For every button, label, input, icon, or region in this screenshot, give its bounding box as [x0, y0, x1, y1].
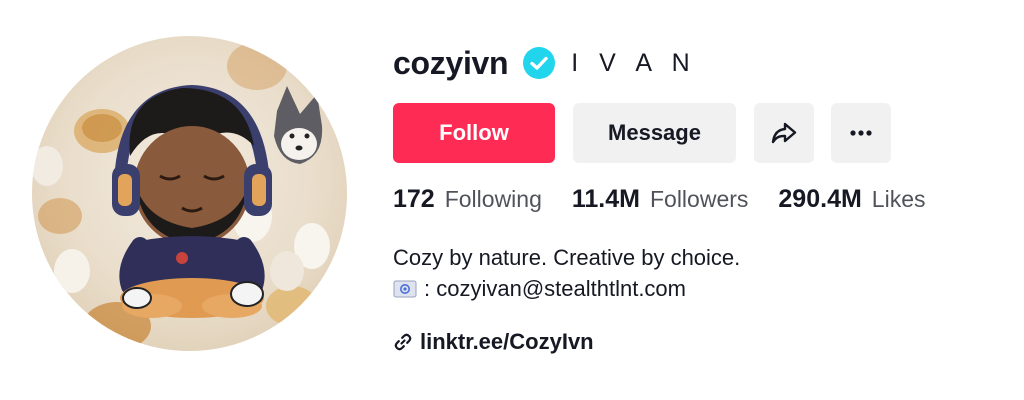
followers-label: Followers	[649, 186, 749, 212]
likes-count: 290.4M	[778, 185, 862, 213]
avatar-illustration	[32, 42, 330, 350]
avatar[interactable]	[32, 36, 347, 351]
profile-header: cozyivn I V A N Follow Message 172 Follo…	[0, 0, 1024, 400]
profile-stats: 172 Following 11.4M Followers 290.4M Lik…	[393, 185, 993, 214]
bio-email: : cozyivan@stealthtlnt.com	[424, 276, 686, 301]
following-label: Following	[444, 186, 542, 212]
bio-link[interactable]: linktr.ee/CozyIvn	[393, 329, 993, 355]
followers-stat[interactable]: 11.4M Followers	[572, 185, 749, 214]
bio-line-1: Cozy by nature. Creative by choice.	[393, 245, 741, 270]
follow-button[interactable]: Follow	[393, 103, 555, 163]
bio: Cozy by nature. Creative by choice. : co…	[393, 242, 993, 304]
username: cozyivn	[393, 44, 509, 81]
verified-badge-icon	[523, 47, 556, 79]
nickname: I V A N	[571, 48, 697, 77]
more-dots-icon	[850, 130, 872, 136]
title-row: cozyivn I V A N	[393, 36, 993, 90]
action-buttons: Follow Message	[393, 103, 993, 163]
share-arrow-icon	[771, 122, 797, 144]
followers-count: 11.4M	[571, 185, 640, 213]
profile-info: cozyivn I V A N Follow Message 172 Follo…	[393, 36, 993, 355]
following-count: 172	[393, 185, 435, 213]
bio-link-text[interactable]: linktr.ee/CozyIvn	[420, 329, 594, 355]
bio-line-2: : cozyivan@stealthtlnt.com	[393, 273, 993, 304]
likes-label: Likes	[871, 186, 926, 212]
link-icon	[394, 333, 412, 351]
more-options-button[interactable]	[831, 103, 891, 163]
email-emoji-icon	[393, 280, 417, 297]
share-button[interactable]	[754, 103, 814, 163]
message-button[interactable]: Message	[573, 103, 736, 163]
following-stat[interactable]: 172 Following	[393, 185, 542, 214]
likes-stat: 290.4M Likes	[778, 185, 925, 214]
